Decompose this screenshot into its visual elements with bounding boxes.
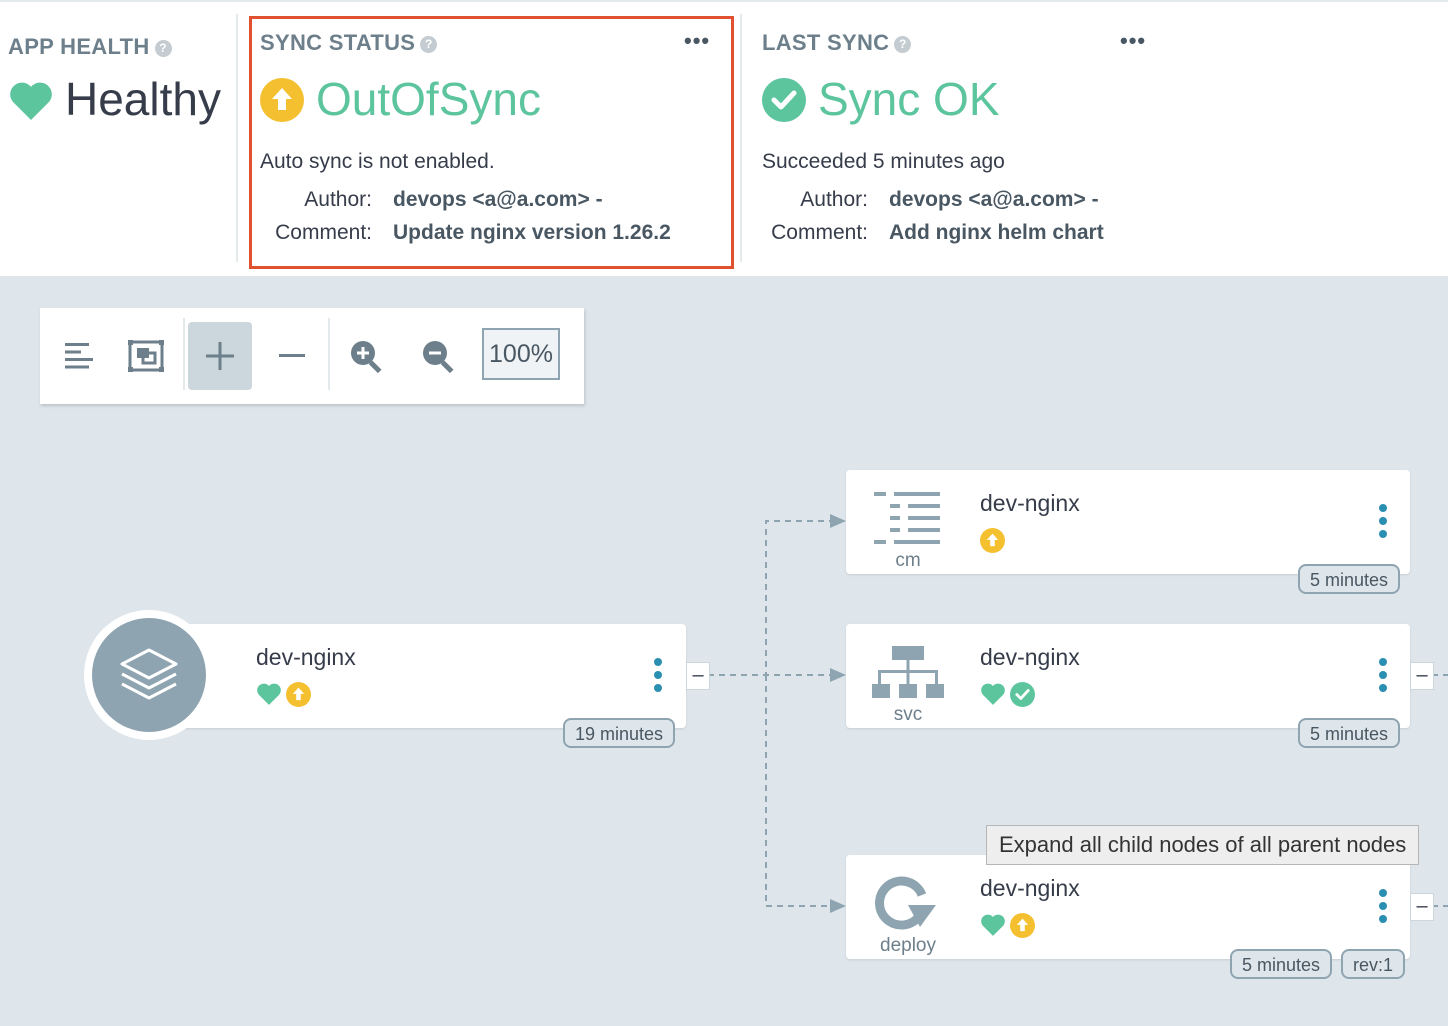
- node-kind: svc: [893, 704, 923, 725]
- edge-to-cm: [708, 520, 832, 676]
- age-badge: 5 minutes: [1230, 949, 1333, 979]
- node-name: dev-nginx: [256, 644, 356, 670]
- app-node[interactable]: dev-nginx: [148, 624, 686, 728]
- deployment-node[interactable]: deploy dev-nginx: [846, 855, 1410, 959]
- healthy-heart-icon: [981, 683, 1005, 705]
- age-badge: 5 minutes: [1298, 718, 1401, 748]
- healthy-heart-icon: [257, 683, 281, 705]
- expand-all-tooltip: Expand all child nodes of all parent nod…: [986, 825, 1420, 865]
- node-name: dev-nginx: [980, 875, 1080, 901]
- svc-node-collapse-toggle[interactable]: –: [1410, 662, 1434, 690]
- arrowhead: [830, 514, 846, 528]
- revision-badge: rev:1: [1341, 949, 1406, 979]
- deploy-node-collapse-toggle[interactable]: –: [1410, 893, 1434, 921]
- node-menu-icon[interactable]: [654, 658, 662, 697]
- service-node[interactable]: svc dev-nginx: [846, 624, 1410, 728]
- node-kind: deploy: [880, 935, 936, 956]
- edge-to-deploy: [765, 675, 832, 907]
- age-badge: 5 minutes: [1298, 564, 1401, 594]
- synced-check-icon: [1010, 682, 1035, 707]
- out-of-sync-icon: [980, 528, 1005, 553]
- out-of-sync-icon: [286, 682, 311, 707]
- layers-icon: [92, 618, 206, 732]
- service-icon: [872, 646, 944, 698]
- arrowhead: [830, 899, 846, 913]
- age-badge: 19 minutes: [563, 718, 676, 748]
- app-node-collapse-toggle[interactable]: –: [686, 662, 710, 690]
- out-of-sync-icon: [1010, 913, 1035, 938]
- arrowhead: [830, 668, 846, 682]
- node-kind: cm: [895, 550, 921, 571]
- node-menu-icon[interactable]: [1379, 889, 1387, 928]
- configmap-icon: [874, 492, 940, 544]
- healthy-heart-icon: [981, 914, 1005, 936]
- deployment-icon: [875, 876, 936, 930]
- node-menu-icon[interactable]: [1379, 504, 1387, 543]
- node-menu-icon[interactable]: [1379, 658, 1387, 697]
- app-node-icon-ring: [84, 610, 214, 740]
- configmap-node[interactable]: cm dev-nginx: [846, 470, 1410, 574]
- node-name: dev-nginx: [980, 490, 1080, 516]
- node-name: dev-nginx: [980, 644, 1080, 670]
